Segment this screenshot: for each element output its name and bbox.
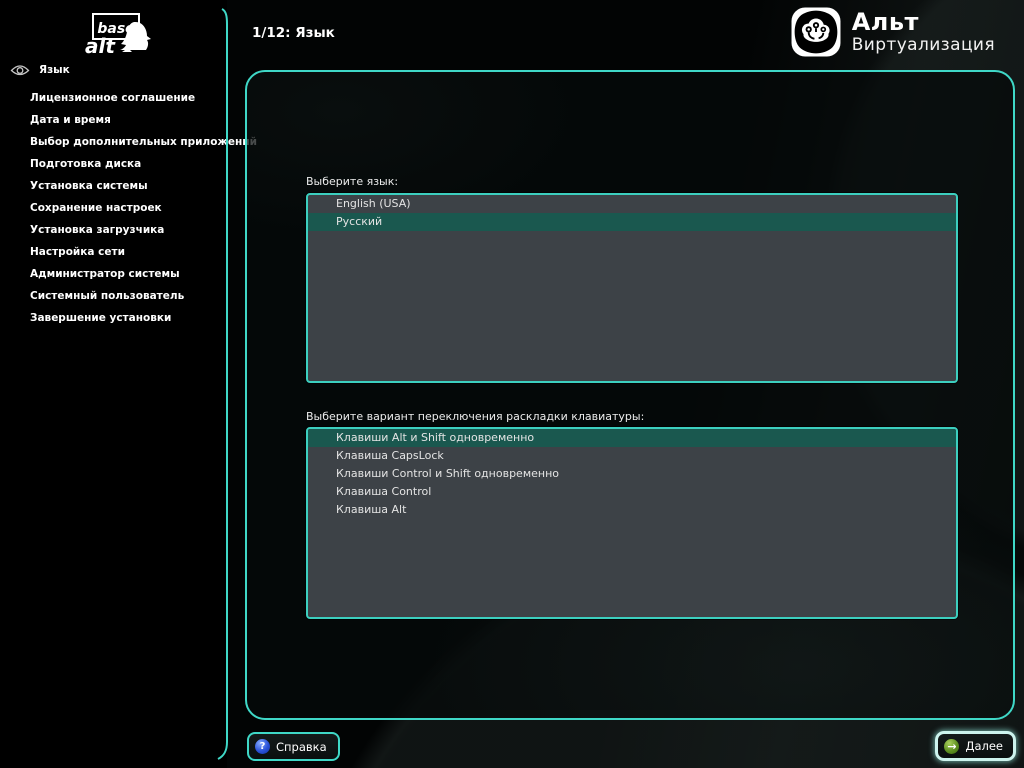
eye-icon bbox=[10, 64, 30, 77]
sidebar-step: Выбор дополнительных приложений bbox=[30, 131, 257, 153]
sidebar-step: Установка загрузчика bbox=[30, 219, 257, 241]
brand-name: Альт bbox=[852, 9, 995, 35]
sidebar-step: Настройка сети bbox=[30, 241, 257, 263]
list-option[interactable]: Клавиши Alt и Shift одновременно bbox=[308, 429, 956, 447]
help-button-label: Справка bbox=[276, 740, 327, 754]
sidebar-step: Дата и время bbox=[30, 109, 257, 131]
help-button[interactable]: ? Справка bbox=[247, 732, 340, 761]
page-title: 1/12: Язык bbox=[252, 25, 335, 41]
sidebar-step: Системный пользователь bbox=[30, 285, 257, 307]
sidebar-steps: Лицензионное соглашениеДата и времяВыбор… bbox=[30, 87, 257, 329]
content-panel: Выберите язык: English (USA)Русский Выбе… bbox=[245, 70, 1015, 720]
keyboard-select-label: Выберите вариант переключения раскладки … bbox=[306, 410, 644, 423]
list-option[interactable]: Клавиша CapsLock bbox=[308, 447, 956, 465]
question-icon: ? bbox=[255, 739, 270, 754]
brand-product: Виртуализация bbox=[852, 35, 995, 56]
sidebar-step: Подготовка диска bbox=[30, 153, 257, 175]
sidebar-step: Лицензионное соглашение bbox=[30, 87, 257, 109]
alt-sprout-icon bbox=[791, 7, 841, 57]
arrow-right-icon: → bbox=[944, 739, 959, 754]
language-select-label: Выберите язык: bbox=[306, 175, 398, 188]
brand-text: Альт Виртуализация bbox=[852, 9, 995, 56]
sidebar-current-step-label: Язык bbox=[39, 64, 70, 76]
brand: Альт Виртуализация bbox=[791, 7, 995, 57]
list-option[interactable]: English (USA) bbox=[308, 195, 956, 213]
list-option[interactable]: Клавиши Control и Shift одновременно bbox=[308, 465, 956, 483]
sidebar-step: Сохранение настроек bbox=[30, 197, 257, 219]
list-option[interactable]: Клавиша Alt bbox=[308, 501, 956, 519]
sidebar: base alt Язык Лицензионное соглашениеДат… bbox=[0, 0, 227, 768]
installer-window: base alt Язык Лицензионное соглашениеДат… bbox=[0, 0, 1024, 768]
sidebar-step: Установка системы bbox=[30, 175, 257, 197]
sidebar-step: Завершение установки bbox=[30, 307, 257, 329]
keyboard-listbox[interactable]: Клавиши Alt и Shift одновременноКлавиша … bbox=[306, 427, 958, 619]
list-option[interactable]: Русский bbox=[308, 213, 956, 231]
list-option[interactable]: Клавиша Control bbox=[308, 483, 956, 501]
basealt-logo-alt-text: alt bbox=[85, 34, 116, 58]
sidebar-current-step: Язык bbox=[10, 60, 70, 80]
language-listbox[interactable]: English (USA)Русский bbox=[306, 193, 958, 383]
basealt-logo: base alt bbox=[76, 8, 162, 60]
next-button[interactable]: → Далее bbox=[935, 731, 1016, 761]
sidebar-step: Администратор системы bbox=[30, 263, 257, 285]
next-button-label: Далее bbox=[965, 739, 1003, 753]
